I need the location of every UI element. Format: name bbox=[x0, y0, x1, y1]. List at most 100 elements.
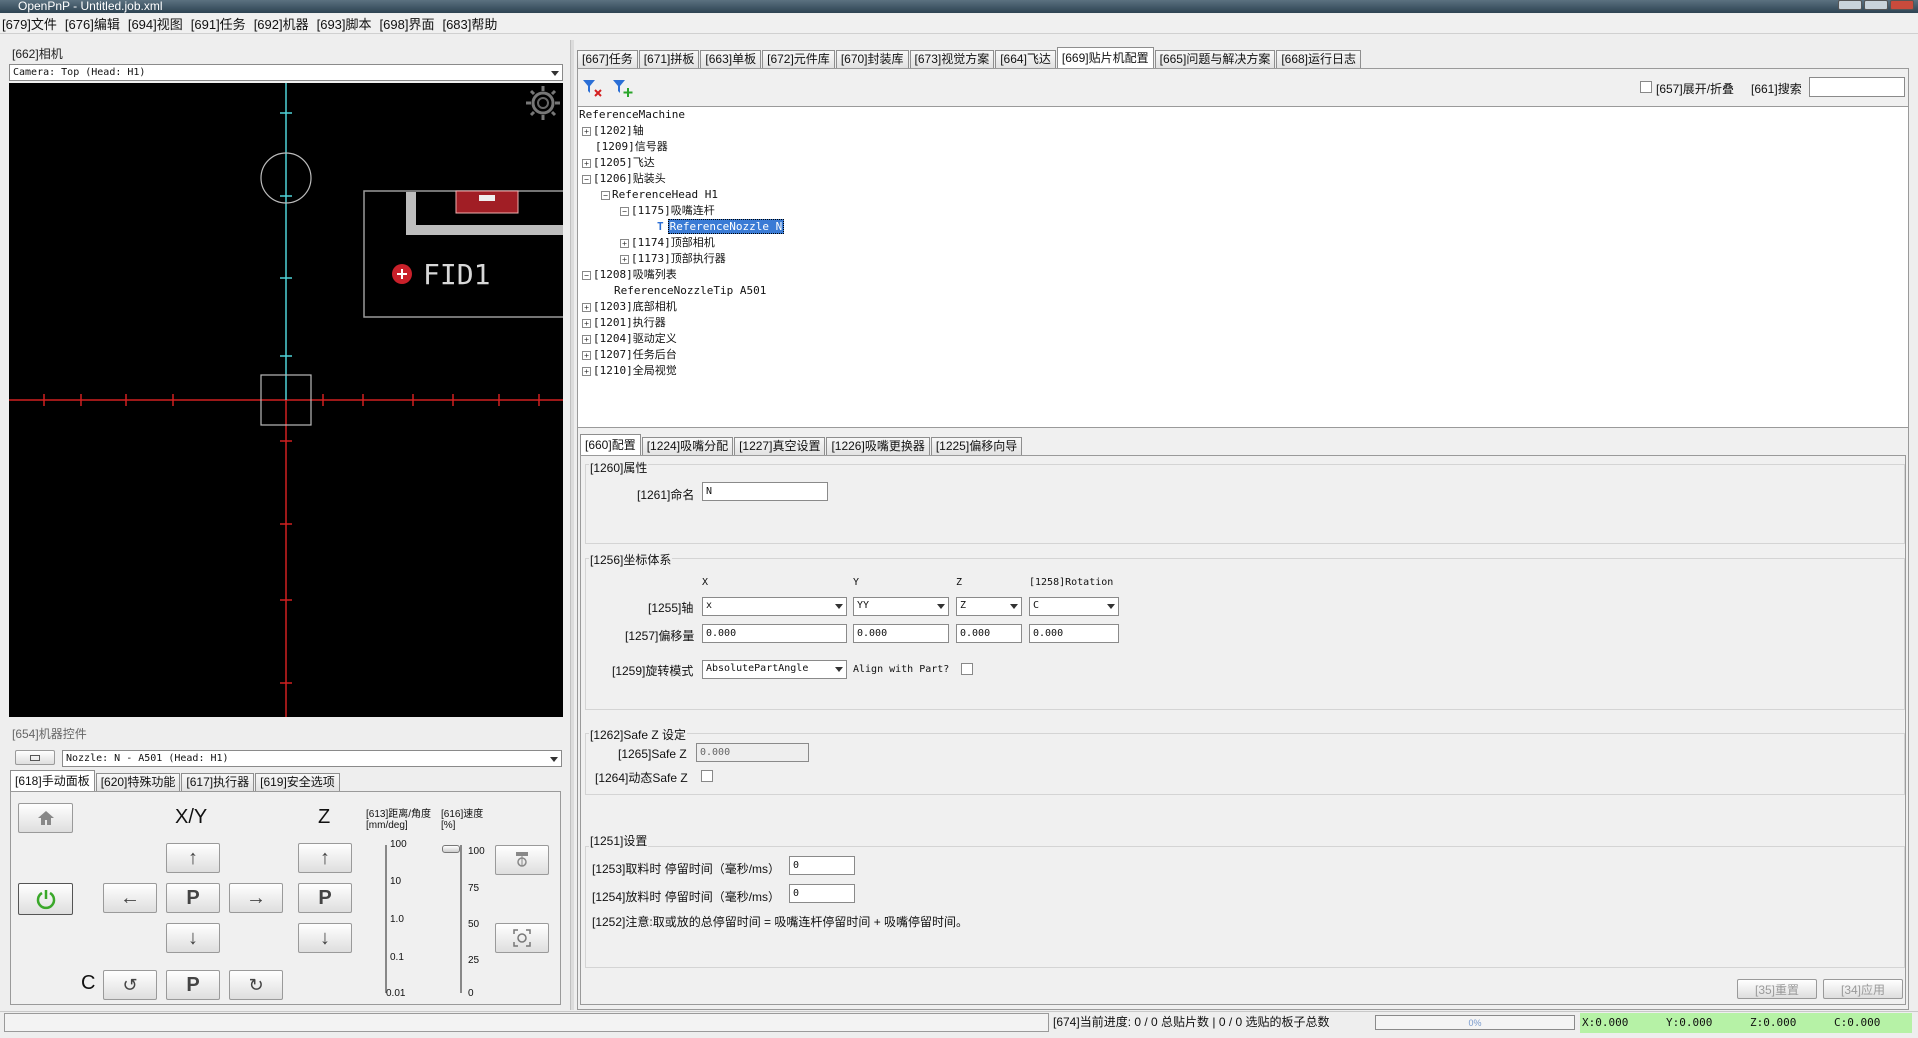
axis-y-select[interactable]: YY bbox=[853, 597, 949, 616]
speed-slider-thumb[interactable] bbox=[442, 845, 460, 853]
jog-x-plus-button[interactable]: → bbox=[229, 883, 283, 913]
place-dwell-input[interactable]: 0 bbox=[789, 884, 855, 903]
reset-button[interactable]: [35]重置 bbox=[1737, 979, 1817, 999]
tab-vision[interactable]: [673]视觉方案 bbox=[909, 50, 995, 68]
close-button[interactable] bbox=[1890, 0, 1914, 10]
home-button[interactable] bbox=[18, 803, 73, 833]
rotate-cw-icon: ↻ bbox=[248, 974, 264, 995]
camera-view[interactable]: FID1 bbox=[9, 83, 563, 717]
xy-label: X/Y bbox=[175, 806, 208, 828]
tree-node-signalers[interactable]: [1209]信号器 bbox=[582, 139, 668, 155]
rotate-cw-button[interactable]: ↻ bbox=[229, 970, 283, 1000]
tab-job[interactable]: [667]任务 bbox=[577, 50, 638, 68]
tree-node-feeders[interactable]: + [1205]飞达 bbox=[582, 155, 655, 171]
safe-z-input[interactable]: 0.000 bbox=[696, 743, 809, 762]
tree-node-nozzle-tip-a501[interactable]: ReferenceNozzleTip A501 bbox=[614, 283, 766, 299]
tree-node-drivers[interactable]: + [1204]驱动定义 bbox=[582, 331, 677, 347]
tree-node-heads[interactable]: − [1206]贴装头 bbox=[582, 171, 666, 187]
align-with-part-checkbox[interactable] bbox=[961, 663, 973, 675]
tree-node-nozzle-tips[interactable]: − [1208]吸嘴列表 bbox=[582, 267, 677, 283]
tab-offset-wizard[interactable]: [1225]偏移向导 bbox=[930, 437, 1023, 455]
speed-tick: 25 bbox=[468, 955, 480, 966]
camera-capture-button[interactable] bbox=[495, 923, 549, 953]
tab-feeders[interactable]: [664]飞达 bbox=[995, 50, 1056, 68]
tab-actuators[interactable]: [617]执行器 bbox=[181, 773, 255, 791]
tab-boards[interactable]: [663]单板 bbox=[700, 50, 762, 68]
menu-scripts[interactable]: [693]脚本 bbox=[317, 14, 372, 33]
tab-log[interactable]: [668]运行日志 bbox=[1276, 50, 1362, 68]
menu-job[interactable]: [691]任务 bbox=[191, 14, 246, 33]
offset-y-input[interactable]: 0.000 bbox=[853, 624, 949, 643]
rotate-ccw-button[interactable]: ↺ bbox=[103, 970, 157, 1000]
tree-node-top-cameras[interactable]: + [1174]顶部相机 bbox=[620, 235, 715, 251]
panel-splitter[interactable] bbox=[570, 40, 574, 1010]
rotation-mode-select[interactable]: AbsolutePartAngle bbox=[702, 660, 847, 679]
collapse-button[interactable] bbox=[15, 750, 55, 765]
tab-configuration[interactable]: [660]配置 bbox=[580, 434, 641, 455]
menu-view[interactable]: [694]视图 bbox=[128, 14, 183, 33]
tree-node-nozzle-n[interactable]: T ReferenceNozzle N bbox=[657, 219, 785, 235]
power-button[interactable] bbox=[18, 883, 73, 915]
tab-safety[interactable]: [619]安全选项 bbox=[255, 773, 340, 791]
tree-node-bottom-cameras[interactable]: + [1203]底部相机 bbox=[582, 299, 677, 315]
tab-jog-panel[interactable]: [618]手动面板 bbox=[10, 770, 95, 791]
jog-z-plus-button[interactable]: ↑ bbox=[298, 843, 352, 873]
tab-vacuum[interactable]: [1227]真空设置 bbox=[734, 437, 826, 455]
nozzle-select[interactable]: Nozzle: N - A501 (Head: H1) bbox=[62, 750, 562, 767]
light-settings-icon[interactable] bbox=[526, 86, 560, 120]
expand-plus-icon: + bbox=[620, 254, 629, 264]
jog-z-minus-button[interactable]: ↓ bbox=[298, 923, 352, 953]
nozzle-pick-button[interactable] bbox=[495, 845, 549, 875]
distance-slider-track[interactable] bbox=[385, 845, 387, 993]
camera-select[interactable]: Camera: Top (Head: H1) bbox=[9, 64, 563, 81]
jog-y-minus-button[interactable]: ↓ bbox=[166, 923, 220, 953]
menu-machine[interactable]: [692]机器 bbox=[254, 14, 309, 33]
jog-x-minus-button[interactable]: ← bbox=[103, 883, 157, 913]
machine-tree[interactable] bbox=[577, 106, 1909, 428]
tree-node-job-processors[interactable]: + [1207]任务后台 bbox=[582, 347, 677, 363]
tree-node-machine[interactable]: ReferenceMachine bbox=[579, 107, 685, 123]
menu-help[interactable]: [683]帮助 bbox=[442, 14, 497, 33]
tree-node-global-vision[interactable]: + [1210]全局视觉 bbox=[582, 363, 677, 379]
dynamic-safe-z-checkbox[interactable] bbox=[701, 770, 713, 782]
tree-node-head-actuators[interactable]: + [1173]顶部执行器 bbox=[620, 251, 726, 267]
tab-tool-changer[interactable]: [1226]吸嘴更换器 bbox=[826, 437, 930, 455]
menu-file[interactable]: [679]文件 bbox=[2, 14, 57, 33]
chevron-down-icon bbox=[937, 604, 945, 609]
tab-panelize[interactable]: [671]拼板 bbox=[638, 50, 700, 68]
tree-node-nozzles[interactable]: − [1175]吸嘴连杆 bbox=[620, 203, 715, 219]
power-icon bbox=[36, 890, 55, 910]
tab-issues-solutions[interactable]: [665]问题与解决方案 bbox=[1154, 50, 1276, 68]
tree-node-axes[interactable]: + [1202]轴 bbox=[582, 123, 644, 139]
axis-z-select[interactable]: Z bbox=[956, 597, 1022, 616]
tree-node-actuators[interactable]: + [1201]执行器 bbox=[582, 315, 666, 331]
search-input[interactable] bbox=[1809, 77, 1905, 97]
tab-special[interactable]: [620]特殊功能 bbox=[95, 773, 181, 791]
maximize-button[interactable] bbox=[1864, 0, 1888, 10]
menu-window[interactable]: [698]界面 bbox=[380, 14, 435, 33]
park-c-button[interactable]: P bbox=[166, 970, 220, 1000]
add-filter-button[interactable] bbox=[612, 77, 634, 99]
offset-rotation-input[interactable]: 0.000 bbox=[1029, 624, 1119, 643]
offset-x-input[interactable]: 0.000 bbox=[702, 624, 847, 643]
apply-button[interactable]: [34]应用 bbox=[1823, 979, 1903, 999]
menu-edit[interactable]: [676]编辑 bbox=[65, 14, 120, 33]
speed-slider-track[interactable] bbox=[460, 845, 462, 993]
remove-filter-button[interactable] bbox=[582, 77, 604, 99]
park-xy-button[interactable]: P bbox=[166, 883, 220, 913]
tree-node-head-h1[interactable]: − ReferenceHead H1 bbox=[601, 187, 718, 203]
tab-machine-setup[interactable]: [669]贴片机配置 bbox=[1056, 47, 1154, 68]
park-z-button[interactable]: P bbox=[298, 883, 352, 913]
pick-dwell-input[interactable]: 0 bbox=[789, 856, 855, 875]
axis-x-select[interactable]: x bbox=[702, 597, 847, 616]
name-input[interactable]: N bbox=[702, 482, 828, 501]
minimize-button[interactable] bbox=[1838, 0, 1862, 10]
jog-y-plus-button[interactable]: ↑ bbox=[166, 843, 220, 873]
position-x: X:0.000 bbox=[1582, 1016, 1629, 1029]
expand-collapse-checkbox[interactable] bbox=[1640, 81, 1652, 93]
tab-nozzle-tips[interactable]: [1224]吸嘴分配 bbox=[641, 437, 734, 455]
offset-z-input[interactable]: 0.000 bbox=[956, 624, 1022, 643]
tab-packages[interactable]: [670]封装库 bbox=[835, 50, 909, 68]
axis-rotation-select[interactable]: C bbox=[1029, 597, 1119, 616]
tab-parts[interactable]: [672]元件库 bbox=[762, 50, 835, 68]
